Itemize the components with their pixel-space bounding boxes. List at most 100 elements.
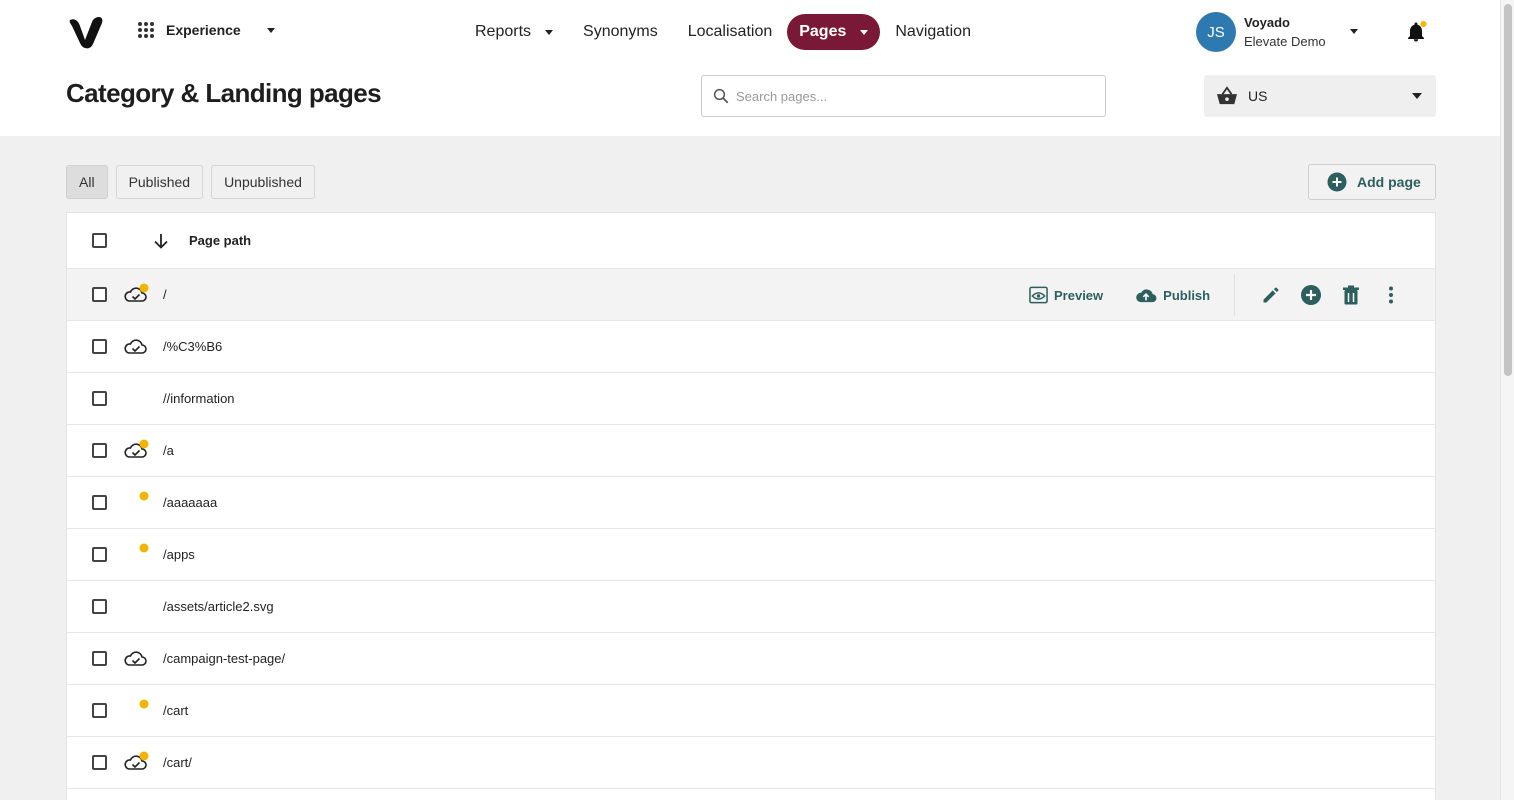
page-path[interactable]: /%C3%B6 (163, 339, 222, 354)
search-icon (713, 88, 729, 104)
table-row[interactable]: / Preview Publish (67, 269, 1435, 321)
publish-label: Publish (1163, 287, 1211, 303)
preview-eye-icon (1029, 286, 1048, 304)
nav-navigation-label: Navigation (895, 23, 971, 40)
chevron-down-icon (860, 29, 869, 35)
row-checkbox[interactable] (92, 287, 107, 302)
nav-synonyms[interactable]: Synonyms (568, 14, 673, 50)
filter-all[interactable]: All (66, 165, 108, 199)
select-all-checkbox[interactable] (92, 233, 107, 248)
row-checkbox[interactable] (92, 703, 107, 718)
nav-reports-label: Reports (475, 23, 532, 40)
page-path[interactable]: /aaaaaaa (163, 495, 217, 510)
edit-button[interactable] (1259, 283, 1283, 307)
add-page-button[interactable]: Add page (1308, 164, 1436, 200)
page-path[interactable]: /cart (163, 703, 188, 718)
page-path[interactable]: /campaign-test-page/ (163, 651, 285, 666)
status-dot-icon (139, 491, 149, 501)
chevron-down-icon (266, 27, 275, 33)
cloud-check-icon (124, 751, 149, 770)
table-row[interactable]: /assets/article2.svg (67, 581, 1435, 633)
chevron-down-icon (545, 29, 554, 35)
page-scrollbar[interactable] (1500, 0, 1514, 800)
bell-icon[interactable] (1404, 20, 1428, 44)
scrollbar-thumb[interactable] (1504, 4, 1512, 376)
page-title: Category & Landing pages (66, 78, 382, 108)
top-bar: Experience Reports Synonyms Localisation… (0, 0, 1500, 136)
status-dot-icon (139, 699, 149, 709)
pencil-icon (1263, 287, 1279, 303)
chevron-down-icon (1349, 28, 1358, 34)
row-checkbox[interactable] (92, 547, 107, 562)
table-row[interactable]: /%C3%B6 (67, 321, 1435, 373)
row-checkbox[interactable] (92, 443, 107, 458)
page-path[interactable]: //information (163, 391, 235, 406)
app-switcher[interactable]: Experience (138, 22, 275, 38)
app-switcher-label: Experience (166, 22, 241, 38)
nav-pages-label: Pages (799, 23, 847, 40)
filter-published[interactable]: Published (115, 165, 204, 199)
row-checkbox[interactable] (92, 599, 107, 614)
cloud-check-icon (124, 283, 149, 302)
search-box (701, 75, 1106, 117)
column-header-page-path[interactable]: Page path (189, 233, 251, 248)
page-path[interactable]: / (163, 287, 167, 302)
user-org: Elevate Demo (1244, 34, 1326, 49)
row-checkbox[interactable] (92, 339, 107, 354)
nav-synonyms-label: Synonyms (583, 23, 658, 40)
add-subpage-button[interactable] (1299, 283, 1323, 307)
market-value: US (1248, 88, 1268, 104)
preview-label: Preview (1054, 287, 1104, 303)
voyado-logo[interactable] (68, 14, 104, 50)
nav-reports[interactable]: Reports (460, 14, 568, 50)
nav-localisation[interactable]: Localisation (673, 14, 788, 50)
nav-pages[interactable]: Pages (787, 14, 881, 50)
cloud-check-icon (124, 439, 149, 458)
table-body: / Preview Publish /%C3%B6 //information … (67, 269, 1435, 789)
actions-divider (1234, 274, 1236, 316)
plus-circle-icon (1301, 285, 1322, 305)
sort-arrow-down-icon[interactable] (153, 233, 169, 249)
market-select[interactable]: US (1204, 75, 1436, 117)
row-checkbox[interactable] (92, 391, 107, 406)
cloud-check-icon (124, 651, 147, 666)
table-row[interactable]: /cart/ (67, 737, 1435, 789)
page-path[interactable]: /a (163, 443, 174, 458)
page-path[interactable]: /cart/ (163, 755, 192, 770)
table-row[interactable]: /campaign-test-page/ (67, 633, 1435, 685)
table-row[interactable]: /cart (67, 685, 1435, 737)
cloud-check-icon (124, 339, 147, 354)
publish-button[interactable]: Publish (1135, 287, 1210, 303)
row-checkbox[interactable] (92, 651, 107, 666)
row-actions: Preview Publish (1029, 269, 1403, 321)
add-page-label: Add page (1357, 174, 1421, 190)
main-nav: Reports Synonyms Localisation Pages Navi… (460, 14, 986, 50)
page-path[interactable]: /apps (163, 547, 195, 562)
page-path[interactable]: /assets/article2.svg (163, 599, 274, 614)
trash-icon (1343, 285, 1360, 305)
status-dot-icon (139, 543, 149, 553)
table-row[interactable]: /a (67, 425, 1435, 477)
table-row[interactable]: //information (67, 373, 1435, 425)
filter-unpublished[interactable]: Unpublished (211, 165, 315, 199)
table-header: Page path (67, 213, 1435, 269)
basket-icon (1217, 86, 1237, 105)
pages-table: Page path / Preview Publish /%C3%B6 //in… (66, 212, 1436, 800)
chevron-down-icon (1412, 93, 1422, 99)
more-options-button[interactable] (1379, 283, 1403, 307)
avatar: JS (1196, 12, 1236, 52)
nav-localisation-label: Localisation (687, 23, 773, 40)
table-row[interactable]: /aaaaaaa (67, 477, 1435, 529)
table-row[interactable]: /apps (67, 529, 1435, 581)
plus-circle-icon (1327, 172, 1347, 192)
preview-button[interactable]: Preview (1029, 286, 1103, 304)
cloud-upload-icon (1136, 289, 1157, 303)
row-checkbox[interactable] (92, 495, 107, 510)
user-menu[interactable]: JS Voyado Elevate Demo (1196, 12, 1358, 52)
row-checkbox[interactable] (92, 755, 107, 770)
delete-button[interactable] (1339, 283, 1363, 307)
user-name: Voyado (1244, 15, 1290, 30)
nav-navigation[interactable]: Navigation (880, 14, 986, 50)
search-input[interactable] (736, 88, 1086, 104)
status-filters: All Published Unpublished (66, 165, 315, 199)
